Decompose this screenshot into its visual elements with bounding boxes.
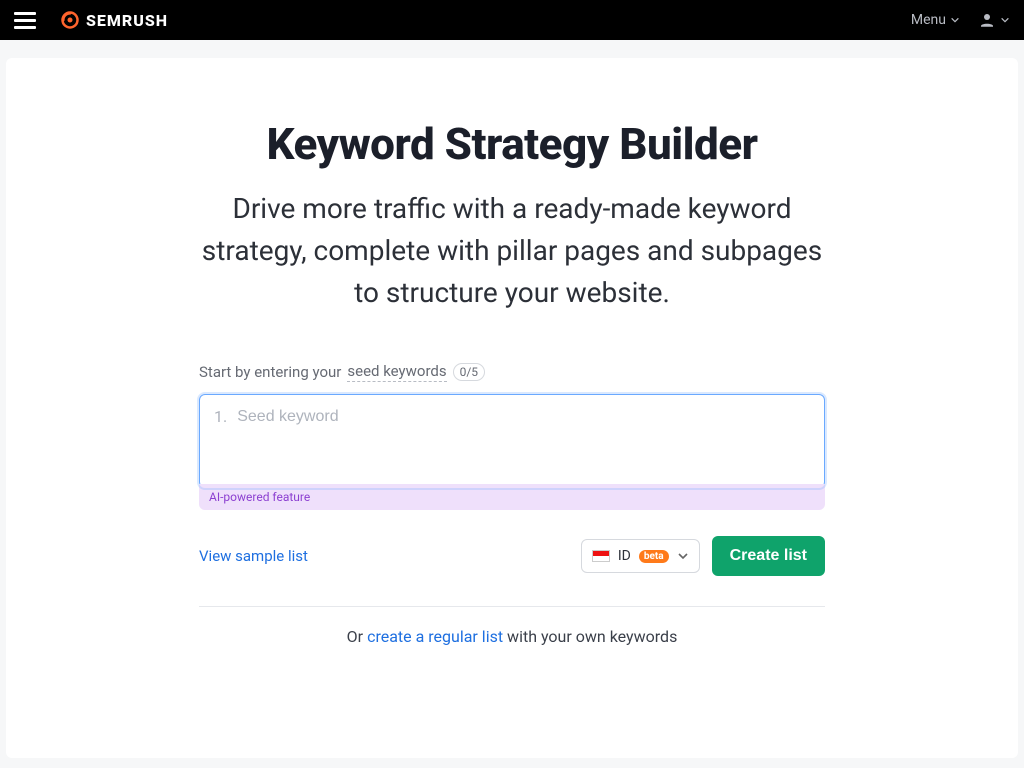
page-subtitle: Drive more traffic with a ready-made key…	[192, 188, 832, 314]
seed-label-row: Start by entering your seed keywords 0/5	[199, 362, 825, 382]
brand-name: SEMRUSH	[86, 11, 168, 30]
create-list-button[interactable]: Create list	[712, 536, 825, 576]
flag-id-icon	[592, 550, 610, 562]
view-sample-link[interactable]: View sample list	[199, 547, 308, 565]
user-menu[interactable]	[978, 11, 1010, 29]
separator	[199, 606, 825, 607]
database-code: ID	[618, 548, 631, 564]
page-title: Keyword Strategy Builder	[192, 118, 832, 170]
chevron-down-icon	[1000, 15, 1010, 25]
seed-count-pill: 0/5	[453, 363, 485, 381]
seed-label-term: seed keywords	[347, 362, 446, 382]
or-create-line: Or create a regular list with your own k…	[199, 627, 825, 646]
seed-form: Start by entering your seed keywords 0/5…	[199, 362, 825, 646]
menu-dropdown[interactable]: Menu	[911, 12, 960, 28]
database-select[interactable]: ID beta	[581, 539, 700, 573]
chevron-down-icon	[677, 550, 689, 562]
or-prefix: Or	[347, 627, 367, 646]
seed-keyword-input[interactable]	[237, 408, 810, 426]
chevron-down-icon	[950, 15, 960, 25]
ai-feature-note: AI-powered feature	[199, 484, 825, 510]
seed-index: 1.	[214, 407, 227, 426]
seed-input-box[interactable]: 1.	[199, 394, 825, 488]
or-suffix: with your own keywords	[507, 627, 677, 646]
hamburger-icon[interactable]	[14, 9, 36, 31]
actions-row: View sample list ID beta Create list	[199, 536, 825, 576]
brand-logo-icon	[60, 10, 80, 30]
beta-badge: beta	[639, 550, 669, 563]
user-icon	[978, 11, 996, 29]
brand[interactable]: SEMRUSH	[60, 10, 168, 30]
seed-label-prefix: Start by entering your	[199, 363, 341, 381]
create-regular-list-link[interactable]: create a regular list	[367, 627, 503, 646]
main-card: Keyword Strategy Builder Drive more traf…	[6, 58, 1018, 758]
topbar: SEMRUSH Menu	[0, 0, 1024, 40]
menu-label: Menu	[911, 12, 946, 28]
